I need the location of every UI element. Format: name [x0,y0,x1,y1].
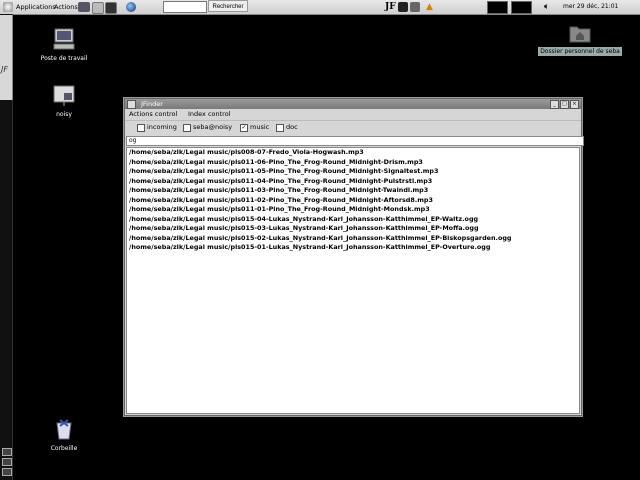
jfinder-window: JFinder _ □ × Actions control Index cont… [124,98,584,416]
network-drive-icon [53,85,75,106]
window-menu-icon[interactable] [127,100,136,109]
filter-incoming-checkbox[interactable] [137,124,145,132]
workspace-button-1[interactable] [2,448,12,456]
search-button[interactable]: Rechercher [208,0,248,12]
result-row[interactable]: /home/seba/zik/Legal music/pls015-03-Luk… [127,224,579,234]
desktop-icon-label: Corbeille [50,445,78,452]
query-input[interactable]: og [126,136,584,146]
filter-music-label: music [250,123,270,131]
launcher-icon[interactable] [78,2,90,12]
workspace-button-2[interactable] [2,458,12,466]
source-filter-bar: incoming seba@noisy ✓ music doc [125,120,581,134]
filter-incoming-label: incoming [147,123,177,131]
bug-buddy-icon[interactable] [398,2,408,12]
window-title: JFinder [141,100,163,108]
filter-doc-label: doc [286,123,298,131]
clock[interactable]: mer 29 déc, 21:01 [563,0,618,14]
results-list[interactable]: /home/seba/zik/Legal music/pls008-07-Fre… [126,147,580,414]
menu-index-control[interactable]: Index control [188,109,231,120]
filter-doc-checkbox[interactable] [276,124,284,132]
desktop-icon-noisy[interactable]: noisy [29,83,99,118]
menu-actions-control[interactable]: Actions control [129,109,177,120]
browser-globe-icon[interactable] [126,2,136,12]
result-row[interactable]: /home/seba/zik/Legal music/pls011-05-Pin… [127,167,579,177]
desktop-icon-label: noisy [56,111,72,118]
home-folder-icon [569,26,591,43]
jf-logo: JF [1,65,8,74]
update-warning-icon[interactable]: ▲ [426,0,433,14]
result-row[interactable]: /home/seba/zik/Legal music/pls015-01-Luk… [127,243,579,253]
text-editor-icon[interactable] [92,2,104,14]
filter-seba-label: seba@noisy [193,123,233,131]
result-row[interactable]: /home/seba/zik/Legal music/pls015-04-Luk… [127,215,579,225]
workspace-switcher[interactable] [487,1,508,14]
maximize-button[interactable]: □ [560,100,569,109]
computer-icon [53,28,75,50]
desktop-icon-home[interactable]: Dossier personnel de seba [538,22,622,56]
result-row[interactable]: /home/seba/zik/Legal music/pls008-07-Fre… [127,148,579,158]
result-row[interactable]: /home/seba/zik/Legal music/pls011-03-Pin… [127,186,579,196]
filter-music-checkbox[interactable]: ✓ [240,124,248,132]
desktop-icon-label: Poste de travail [40,55,88,62]
desktop-icon-computer[interactable]: Poste de travail [29,27,99,62]
menu-bar: Actions control Index control [125,109,581,120]
top-panel: Applications Actions Rechercher JF ▲ 🔈︎ … [0,0,640,15]
trash-icon [56,419,72,440]
foot-menu-icon[interactable] [3,2,13,12]
left-panel-handle[interactable]: JF [0,15,13,100]
result-row[interactable]: /home/seba/zik/Legal music/pls011-01-Pin… [127,205,579,215]
volume-icon[interactable]: 🔈︎ [544,0,549,14]
desktop-icon-trash[interactable]: Corbeille [29,417,99,452]
keyboard-layout-indicator[interactable]: JF [385,0,396,14]
close-button[interactable]: × [570,100,579,109]
lock-icon[interactable] [410,2,420,12]
result-row[interactable]: /home/seba/zik/Legal music/pls011-04-Pin… [127,177,579,187]
window-titlebar[interactable]: JFinder _ □ × [125,99,581,109]
applications-menu[interactable]: Applications [16,0,56,14]
workspace-button-3[interactable] [2,468,12,476]
terminal-icon[interactable] [105,2,117,14]
minimize-button[interactable]: _ [550,100,559,109]
result-row[interactable]: /home/seba/zik/Legal music/pls011-06-Pin… [127,158,579,168]
window-list-box[interactable] [511,1,532,14]
desktop-icon-label: Dossier personnel de seba [538,47,622,56]
actions-menu[interactable]: Actions [54,0,78,14]
filter-seba-checkbox[interactable] [183,124,191,132]
result-row[interactable]: /home/seba/zik/Legal music/pls015-02-Luk… [127,234,579,244]
result-row[interactable]: /home/seba/zik/Legal music/pls011-02-Pin… [127,196,579,206]
search-input[interactable] [163,1,207,13]
